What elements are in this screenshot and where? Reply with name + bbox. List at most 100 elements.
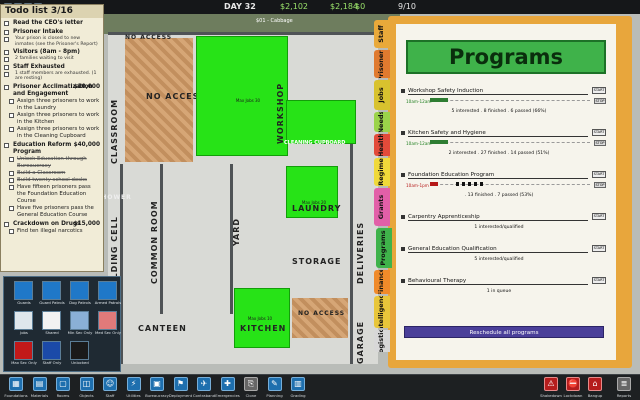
toolbar-button-utilities[interactable]: ⚡ Utilities [124, 376, 144, 400]
todo-item[interactable]: 1 staff members are exhausted. (1 are re… [1, 71, 103, 82]
toolbar-button-clone[interactable]: ⎘ Clone [241, 376, 261, 400]
todo-item[interactable]: Have five prisoners pass the General Edu… [1, 205, 103, 219]
toolbar-button-objects[interactable]: ◫ Objects [77, 376, 97, 400]
checkbox-icon[interactable] [9, 112, 14, 118]
todo-item[interactable]: Prisoner Intake [1, 29, 103, 36]
toolbar-button-foundations[interactable]: ▦ Foundations [4, 376, 28, 400]
grading-icon: ▥ [291, 377, 305, 391]
deployment-panel[interactable]: Guards Guard Patrols Dog Patrols Armed Patr… [3, 276, 121, 372]
todo-item[interactable]: Assign three prisoners to work in the La… [1, 98, 103, 112]
toolbar-button-bureaucracy[interactable]: ▣ Bureaucracy [145, 376, 169, 400]
tab-grants[interactable]: Grants [374, 188, 390, 226]
checkbox-icon[interactable] [9, 98, 14, 104]
todo-item[interactable]: Your prison is closed to new inmates (se… [1, 36, 103, 47]
todo-item[interactable]: Find ten illegal narcotics [1, 228, 103, 235]
deploy-tile[interactable] [42, 341, 61, 360]
tab-prisoners[interactable]: Prisoners [374, 50, 390, 78]
deploy-tile[interactable] [42, 311, 61, 330]
checkbox-icon[interactable] [4, 37, 9, 42]
program-schedule[interactable] [430, 98, 590, 104]
tab-staff[interactable]: Staff [374, 20, 390, 48]
checkbox-icon[interactable] [9, 228, 14, 234]
checkbox-icon[interactable] [4, 221, 9, 227]
bullet-icon [401, 131, 405, 135]
todo-item[interactable]: 2 families waiting to visit [1, 56, 103, 63]
deploy-tile[interactable] [42, 281, 61, 300]
toolbar-button-rooms[interactable]: ▢ Rooms [53, 376, 73, 400]
checkbox-icon[interactable] [4, 64, 9, 70]
toolbar-button-planning[interactable]: ✎ Planning [265, 376, 285, 400]
start-button[interactable]: START [592, 213, 606, 220]
checkbox-icon[interactable] [9, 170, 14, 176]
deploy-tile[interactable] [70, 311, 89, 330]
tab-health[interactable]: Health [374, 134, 390, 156]
toolbar-button-shakedown[interactable]: ⚠ Shakedown [540, 376, 562, 400]
checkbox-icon[interactable] [4, 84, 9, 90]
program-schedule[interactable] [430, 182, 590, 188]
cabbage-label: $01 - Cabbage [256, 18, 293, 24]
tab-intelligence[interactable]: Intelligence [374, 296, 390, 328]
checkbox-icon[interactable] [4, 50, 9, 56]
checkbox-icon[interactable] [9, 156, 14, 162]
stop-button[interactable]: STOP [594, 98, 606, 104]
program-stats: . 13 finished . 7 passed (53%) [464, 193, 534, 198]
todo-item[interactable]: Unlock Education through Bureaucracy [1, 156, 103, 170]
checkbox-icon[interactable] [4, 57, 9, 63]
checkbox-icon[interactable] [4, 30, 9, 35]
todo-item[interactable]: Read the CEO's letter [1, 20, 103, 27]
no-access-zone-2 [292, 298, 348, 338]
deploy-tile[interactable] [98, 311, 117, 330]
tab-programs[interactable]: Programs [376, 228, 392, 268]
toolbar-button-staff[interactable]: ☺ Staff [100, 376, 120, 400]
reschedule-all-button[interactable]: Reschedule all programs [404, 326, 604, 338]
toolbar-button-lockdown[interactable]: ⛔ Lockdown [563, 376, 583, 400]
todo-item[interactable]: Prisoner Acclimatization and Engagement $… [1, 84, 103, 98]
toolbar-button-deployment[interactable]: ⚑ Deployment [169, 376, 192, 400]
todo-item[interactable]: Assign three prisoners to work in the Ki… [1, 112, 103, 126]
tab-regime[interactable]: Regime [374, 158, 390, 186]
todo-item[interactable]: Build a Classroom [1, 170, 103, 177]
workshop-room[interactable] [196, 36, 288, 156]
deploy-tile[interactable] [14, 281, 33, 300]
toolbar-button-materials[interactable]: ▤ Materials [30, 376, 50, 400]
checkbox-icon[interactable] [9, 126, 14, 132]
todo-item[interactable]: Assign three prisoners to work in the Cl… [1, 126, 103, 140]
toolbar-button-contraband[interactable]: ✈ Contraband [193, 376, 215, 400]
checkbox-icon[interactable] [9, 205, 14, 211]
start-button[interactable]: START [592, 129, 606, 136]
tab-jobs[interactable]: Jobs [374, 80, 390, 110]
toolbar-button-grading[interactable]: ▥ Grading [288, 376, 308, 400]
program-schedule[interactable] [430, 140, 590, 146]
todo-item[interactable]: Build twenty school desks [1, 177, 103, 184]
checkbox-icon[interactable] [9, 177, 14, 183]
todo-list-panel[interactable]: Todo list 3/16 Read the CEO's letter Pris… [0, 4, 104, 272]
checkbox-icon[interactable] [4, 21, 9, 26]
start-button[interactable]: START [592, 87, 606, 94]
checkbox-icon[interactable] [4, 71, 9, 77]
toolbar-button-bangup[interactable]: ⌂ Bangup [585, 376, 605, 400]
toolbar-button-emergencies[interactable]: ✚ Emergencies [215, 376, 240, 400]
planning-icon: ✎ [267, 377, 282, 391]
todo-item[interactable]: Have fifteen prisoners pass the Foundati… [1, 184, 103, 205]
stop-button[interactable]: STOP [594, 182, 606, 188]
deploy-tile[interactable] [70, 341, 89, 360]
start-button[interactable]: START [592, 277, 606, 284]
todo-item[interactable]: Education Reform Program $40,000 [1, 142, 103, 156]
todo-item[interactable]: Crackdown on Drugs $15,000 [1, 221, 103, 228]
checkbox-icon[interactable] [4, 142, 9, 148]
stop-button[interactable]: STOP [594, 140, 606, 146]
tab-finance[interactable]: Finance [374, 270, 390, 294]
tab-logistics[interactable]: Logistics [374, 330, 390, 352]
checkbox-icon[interactable] [9, 184, 14, 190]
deploy-tile[interactable] [70, 281, 89, 300]
start-button[interactable]: START [592, 245, 606, 252]
start-button[interactable]: START [592, 171, 606, 178]
deploy-tile[interactable] [98, 281, 117, 300]
toolbar-button-reports[interactable]: ≣ Reports [614, 376, 634, 400]
tab-needs[interactable]: Needs [374, 112, 390, 132]
deploy-tile[interactable] [14, 341, 33, 360]
deploy-tile[interactable] [14, 311, 33, 330]
shakedown-icon: ⚠ [544, 377, 558, 391]
todo-item[interactable]: Staff Exhausted [1, 64, 103, 71]
workshop-annex[interactable] [286, 100, 356, 144]
